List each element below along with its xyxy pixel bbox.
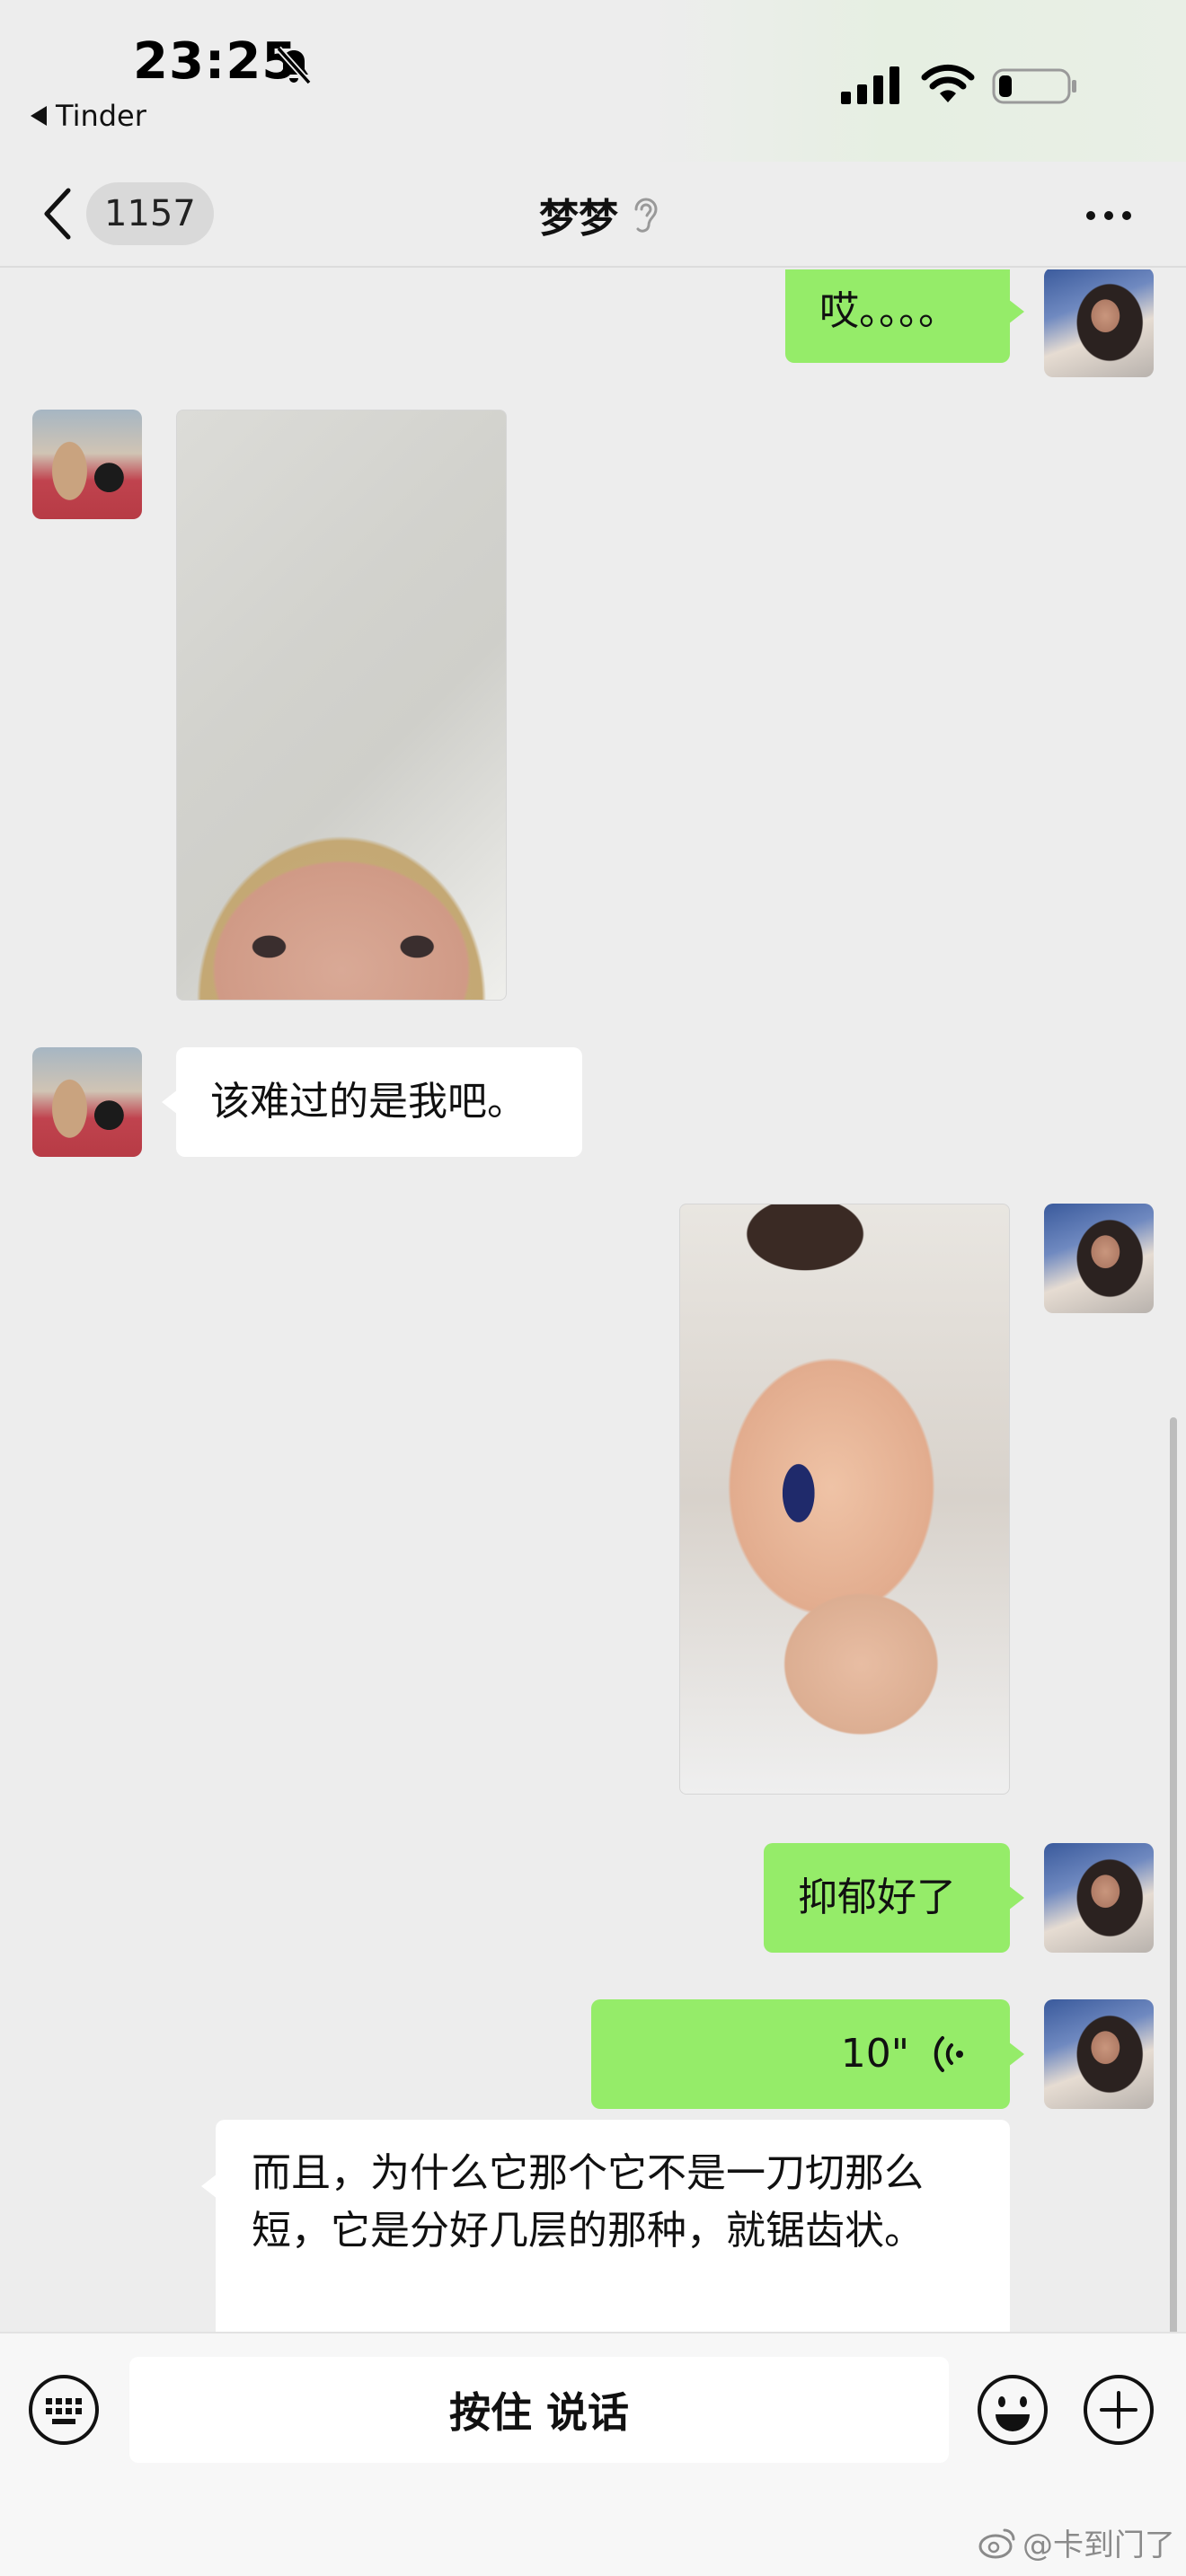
transcript-text: 而且，为什么它那个它不是一刀切那么短，它是分好几层的那种，就锯齿状。 (252, 2150, 924, 2254)
contact-name: 梦梦 (539, 196, 618, 242)
chevron-left-icon[interactable] (40, 185, 75, 243)
voice-duration: 10" (840, 2031, 909, 2077)
chat-header: 1157 梦梦 (0, 162, 1186, 268)
watermark: @卡到门了 (978, 2520, 1175, 2564)
message-list[interactable]: 哎。。。。 该难过的是我吧。 抑郁好了 10" 而且，为什么它那个它不是一刀切那… (0, 269, 1186, 2332)
my-avatar[interactable] (1044, 1204, 1154, 1313)
voice-wave-icon (934, 2036, 963, 2072)
back-to-app-link[interactable]: Tinder (31, 99, 146, 133)
plus-icon[interactable] (1082, 2373, 1155, 2447)
voice-message[interactable]: 10" (591, 1999, 1024, 2109)
message-bubble-outgoing[interactable]: 抑郁好了 (764, 1843, 1024, 1953)
scrollbar[interactable] (1170, 1417, 1177, 2332)
message-text: 哎。。。。 (819, 288, 958, 334)
watermark-text: @卡到门了 (1022, 2527, 1175, 2563)
battery-icon (992, 68, 1076, 104)
contact-avatar[interactable] (32, 1047, 142, 1157)
my-avatar[interactable] (1044, 269, 1154, 377)
back-app-label: Tinder (56, 99, 146, 133)
image-message[interactable] (679, 1204, 1010, 1795)
hold-to-talk-button[interactable]: 按住 说话 (129, 2357, 949, 2463)
status-bar: 23:25 Tinder (0, 0, 1186, 162)
image-message[interactable] (176, 410, 507, 1001)
contact-avatar[interactable] (32, 410, 142, 519)
bell-off-icon (276, 46, 312, 85)
my-avatar[interactable] (1044, 1999, 1154, 2109)
message-bubble-outgoing[interactable]: 哎。。。。 (785, 269, 1024, 363)
chat-title: 梦梦 (539, 181, 659, 248)
message-text: 抑郁好了 (798, 1875, 956, 1920)
more-icon[interactable] (1082, 198, 1136, 234)
emoji-icon[interactable] (976, 2373, 1049, 2447)
ear-icon (634, 198, 658, 233)
voice-transcript[interactable]: 而且，为什么它那个它不是一刀切那么短，它是分好几层的那种，就锯齿状。 (201, 2120, 1010, 2332)
message-bubble-incoming[interactable]: 该难过的是我吧。 (162, 1047, 582, 1157)
wifi-icon (921, 64, 975, 102)
weibo-icon (978, 2528, 1015, 2558)
my-avatar[interactable] (1044, 1843, 1154, 1953)
unread-count-badge[interactable]: 1157 (86, 182, 214, 245)
message-text: 该难过的是我吧。 (210, 1079, 527, 1125)
input-bar: 按住 说话 @卡到门了 (0, 2332, 1186, 2576)
cellular-signal-icon (841, 66, 899, 104)
keyboard-icon[interactable] (27, 2373, 101, 2447)
back-triangle-icon (31, 106, 47, 126)
